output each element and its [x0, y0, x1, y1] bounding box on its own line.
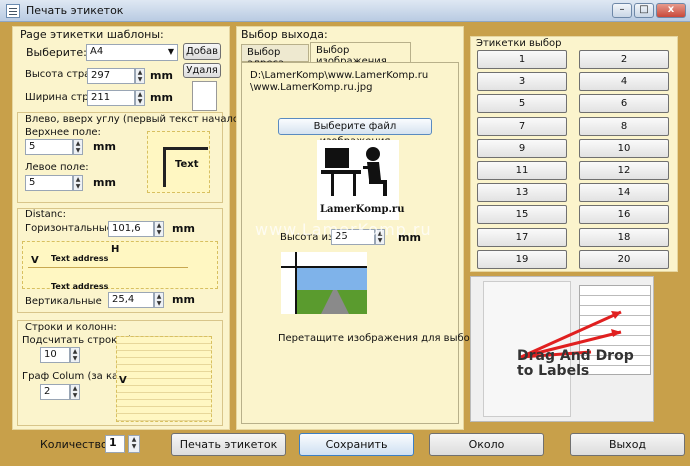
- distance-legend: Distanc:: [25, 209, 66, 220]
- left-margin-unit: mm: [93, 176, 116, 189]
- label-button-20[interactable]: 20: [579, 249, 669, 269]
- title-bar: Печать этикеток – □ x: [0, 0, 690, 22]
- tab-address[interactable]: Выбор адреса: [241, 44, 309, 69]
- label-button-8[interactable]: 8: [579, 116, 669, 136]
- distance-diagram-h: H: [111, 244, 120, 255]
- vertical-label: Вертикальные: [25, 296, 102, 307]
- page-width-spinner[interactable]: ▲ ▼: [135, 90, 145, 106]
- page-preview: [192, 81, 217, 111]
- copies-spinner[interactable]: ▲ ▼: [128, 435, 140, 453]
- horizontal-label: Горизонтальные: [25, 223, 113, 234]
- template-select-value: A4: [90, 46, 104, 57]
- label-button-1[interactable]: 1: [477, 50, 567, 69]
- template-select[interactable]: A4 ▼: [86, 44, 178, 61]
- margin-diagram-text: Text: [175, 159, 199, 170]
- label-button-11[interactable]: 11: [477, 161, 567, 180]
- label-button-4[interactable]: 4: [579, 72, 669, 92]
- horizontal-unit: mm: [172, 222, 195, 235]
- left-margin-field[interactable]: 5: [25, 175, 73, 191]
- landscape-image-icon: [281, 252, 367, 314]
- margins-legend: Влево, вверх углу (первый текст начался)…: [25, 114, 252, 125]
- distance-diagram-divider: [28, 267, 188, 268]
- about-button[interactable]: Около: [429, 433, 544, 456]
- add-template-button[interactable]: Добав: [183, 43, 221, 60]
- label-button-9[interactable]: 9: [477, 138, 567, 158]
- watermark: www.LamerKomp.ru: [255, 220, 432, 239]
- app-icon: [6, 4, 20, 18]
- label-button-17[interactable]: 17: [477, 227, 567, 247]
- label-button-3[interactable]: 3: [477, 72, 567, 92]
- rows-legend: Строки и колонн:: [25, 322, 117, 333]
- logo-text: LamerKomp.ru: [320, 204, 405, 215]
- distance-diagram-address-2: Text address: [51, 282, 109, 291]
- cols-spinner[interactable]: ▲ ▼: [70, 384, 80, 400]
- label-button-16[interactable]: 16: [579, 205, 669, 225]
- copies-field[interactable]: 1: [105, 435, 125, 453]
- label-button-2[interactable]: 2: [579, 50, 669, 69]
- distance-diagram: V H Text address Text address: [22, 241, 218, 291]
- save-button[interactable]: Сохранить: [299, 433, 414, 456]
- drag-drop-caption: Drag And Drop to Labels: [517, 348, 634, 379]
- label-button-10[interactable]: 10: [579, 138, 669, 158]
- image-path-line1: D:\LamerKomp\www.LamerKomp.ru: [250, 70, 429, 81]
- vertical-field[interactable]: 25,4: [108, 292, 154, 308]
- label-button-5[interactable]: 5: [477, 94, 567, 114]
- vertical-unit: mm: [172, 293, 195, 306]
- rows-field[interactable]: 10: [40, 347, 70, 363]
- label-button-14[interactable]: 14: [579, 183, 669, 203]
- page-height-unit: mm: [150, 69, 173, 82]
- logo-image: LamerKomp.ru: [317, 140, 404, 220]
- computer-user-icon: [321, 147, 387, 196]
- output-legend: Выбор выхода:: [241, 28, 328, 41]
- templates-legend: Page этикетки шаблоны:: [20, 28, 164, 41]
- top-margin-label: Верхнее поле:: [25, 127, 101, 138]
- rows-spinner[interactable]: ▲ ▼: [70, 347, 80, 363]
- margin-top-line: [163, 147, 208, 150]
- label-button-7[interactable]: 7: [477, 116, 567, 136]
- image-placement-diagram: [281, 252, 367, 314]
- chevron-down-icon: ▼: [167, 47, 174, 56]
- rows-diagram: V: [116, 336, 212, 422]
- label-button-18[interactable]: 18: [579, 227, 669, 247]
- horizontal-spinner[interactable]: ▲ ▼: [154, 221, 164, 237]
- rows-diagram-v: V: [119, 375, 127, 386]
- left-margin-spinner[interactable]: ▲ ▼: [73, 175, 83, 191]
- image-path-line2: \www.LamerKomp.ru.jpg: [250, 82, 373, 93]
- margin-diagram: Text: [147, 131, 210, 193]
- horizontal-field[interactable]: 101,6: [108, 221, 154, 237]
- top-margin-unit: mm: [93, 140, 116, 153]
- print-labels-button[interactable]: Печать этикеток: [171, 433, 286, 456]
- label-button-12[interactable]: 12: [579, 161, 669, 180]
- choose-image-button[interactable]: Выберите файл изображения: [278, 118, 432, 147]
- maximize-button[interactable]: □: [634, 3, 654, 18]
- drag-drop-demo: Drag And Drop to Labels: [470, 276, 654, 422]
- label-button-15[interactable]: 15: [477, 205, 567, 225]
- page-width-field[interactable]: 211: [87, 90, 135, 106]
- labels-legend: Этикетки выбор: [476, 38, 562, 49]
- distance-diagram-v: V: [31, 255, 39, 266]
- label-button-19[interactable]: 19: [477, 249, 567, 269]
- left-margin-label: Левое поле:: [25, 162, 89, 173]
- delete-template-button[interactable]: Удаля: [183, 63, 221, 78]
- top-margin-field[interactable]: 5: [25, 139, 73, 155]
- page-width-unit: mm: [150, 91, 173, 104]
- select-label: Выберите:: [26, 46, 87, 59]
- top-margin-spinner[interactable]: ▲ ▼: [73, 139, 83, 155]
- exit-button[interactable]: Выход: [570, 433, 685, 456]
- label-button-13[interactable]: 13: [477, 183, 567, 203]
- page-height-spinner[interactable]: ▲ ▼: [135, 68, 145, 84]
- close-button[interactable]: x: [656, 3, 686, 18]
- label-button-6[interactable]: 6: [579, 94, 669, 114]
- cols-field[interactable]: 2: [40, 384, 70, 400]
- window-title: Печать этикеток: [26, 4, 124, 17]
- vertical-spinner[interactable]: ▲ ▼: [154, 292, 164, 308]
- margin-left-line: [163, 147, 166, 187]
- tab-image[interactable]: Выбор изображения: [310, 42, 411, 67]
- distance-diagram-address-1: Text address: [51, 254, 109, 263]
- page-height-field[interactable]: 297: [87, 68, 135, 84]
- minimize-button[interactable]: –: [612, 3, 632, 18]
